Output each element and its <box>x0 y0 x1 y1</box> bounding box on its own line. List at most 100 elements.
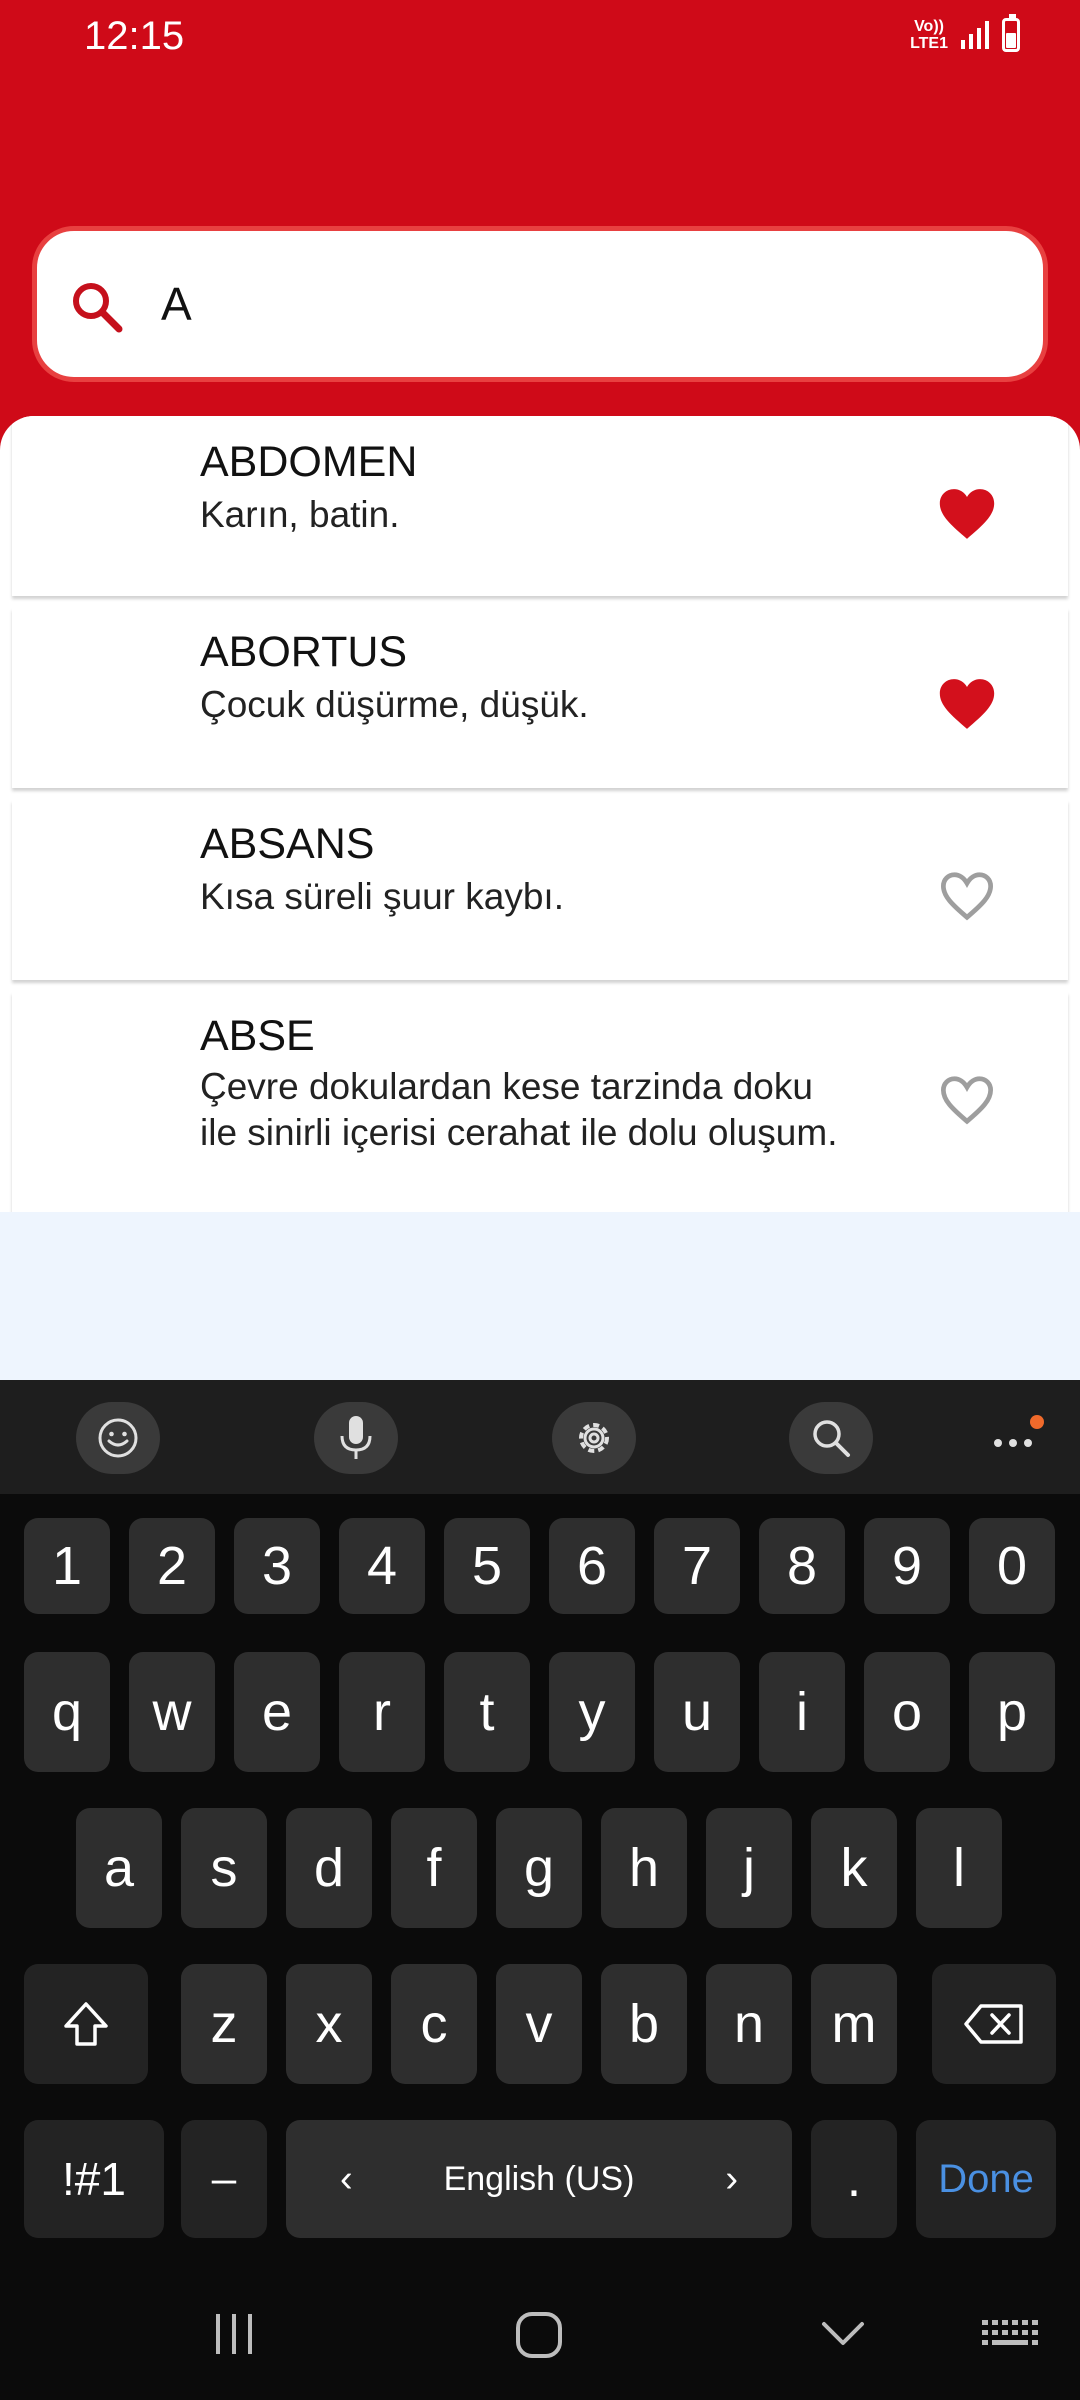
item-term: ABSANS <box>200 820 375 868</box>
key-label: . <box>846 2150 862 2208</box>
key-f[interactable]: f <box>391 1808 477 1928</box>
key-g[interactable]: g <box>496 1808 582 1928</box>
period-key[interactable]: . <box>811 2120 897 2238</box>
key-4[interactable]: 4 <box>339 1518 425 1614</box>
keyboard-toolbar <box>0 1380 1080 1494</box>
key-s[interactable]: s <box>181 1808 267 1928</box>
backspace-key[interactable] <box>932 1964 1056 2084</box>
key-c[interactable]: c <box>391 1964 477 2084</box>
empty-space <box>0 1212 1080 1380</box>
heart-outline-icon[interactable] <box>938 870 996 922</box>
key-2[interactable]: 2 <box>129 1518 215 1614</box>
key-i[interactable]: i <box>759 1652 845 1772</box>
search-bar[interactable] <box>32 226 1048 382</box>
key-label: n <box>733 1994 765 2054</box>
status-icons: Vo)) LTE1 <box>910 14 1020 52</box>
key-9[interactable]: 9 <box>864 1518 950 1614</box>
dash-key[interactable]: – <box>181 2120 267 2238</box>
key-w[interactable]: w <box>129 1652 215 1772</box>
key-label: d <box>313 1838 345 1898</box>
heart-filled-icon[interactable] <box>938 678 996 730</box>
key-v[interactable]: v <box>496 1964 582 2084</box>
key-z[interactable]: z <box>181 1964 267 2084</box>
key-h[interactable]: h <box>601 1808 687 1928</box>
key-t[interactable]: t <box>444 1652 530 1772</box>
back-icon[interactable] <box>818 2310 868 2358</box>
keyboard-search-button[interactable] <box>789 1402 873 1474</box>
key-label: 6 <box>576 1536 608 1596</box>
key-label: k <box>840 1838 868 1898</box>
emoji-button[interactable] <box>76 1402 160 1474</box>
item-definition: Kısa süreli şuur kaybı. <box>200 876 564 917</box>
space-key[interactable]: ‹ English (US) › <box>286 2120 792 2238</box>
list-item[interactable]: ABSANS Kısa süreli şuur kaybı. <box>12 800 1068 980</box>
item-term: ABDOMEN <box>200 438 418 486</box>
key-r[interactable]: r <box>339 1652 425 1772</box>
key-label: y <box>578 1682 606 1742</box>
key-b[interactable]: b <box>601 1964 687 2084</box>
keyboard-switch-icon[interactable] <box>980 2310 1038 2356</box>
key-label: 3 <box>261 1536 293 1596</box>
key-u[interactable]: u <box>654 1652 740 1772</box>
emoji-icon <box>98 1418 138 1458</box>
key-label: 2 <box>156 1536 188 1596</box>
keyboard-settings-button[interactable] <box>552 1402 636 1474</box>
keyboard: 1 2 3 4 5 6 7 8 9 0 q w e r t y u i o p … <box>0 1380 1080 2400</box>
home-icon[interactable] <box>514 2310 564 2360</box>
item-term: ABSE <box>200 1012 315 1060</box>
heart-outline-icon[interactable] <box>938 1074 996 1126</box>
search-icon <box>813 1420 850 1457</box>
key-label: r <box>373 1682 391 1742</box>
done-key[interactable]: Done <box>916 2120 1056 2238</box>
key-8[interactable]: 8 <box>759 1518 845 1614</box>
chevron-left-icon: ‹ <box>340 2158 353 2200</box>
status-time: 12:15 <box>84 14 185 58</box>
key-7[interactable]: 7 <box>654 1518 740 1614</box>
key-5[interactable]: 5 <box>444 1518 530 1614</box>
space-label: English (US) <box>443 2159 635 2198</box>
key-label: 9 <box>891 1536 923 1596</box>
key-q[interactable]: q <box>24 1652 110 1772</box>
list-item[interactable]: ABORTUS Çocuk düşürme, düşük. <box>12 608 1068 788</box>
key-x[interactable]: x <box>286 1964 372 2084</box>
key-a[interactable]: a <box>76 1808 162 1928</box>
key-m[interactable]: m <box>811 1964 897 2084</box>
key-o[interactable]: o <box>864 1652 950 1772</box>
key-l[interactable]: l <box>916 1808 1002 1928</box>
key-j[interactable]: j <box>706 1808 792 1928</box>
key-p[interactable]: p <box>969 1652 1055 1772</box>
key-e[interactable]: e <box>234 1652 320 1772</box>
key-label: g <box>523 1838 555 1898</box>
key-label: 0 <box>996 1536 1028 1596</box>
list-item[interactable]: ABSE Çevre dokulardan kese tarzinda doku… <box>12 992 1068 1212</box>
key-label: j <box>743 1838 755 1898</box>
item-definition: Çocuk düşürme, düşük. <box>200 684 589 725</box>
key-6[interactable]: 6 <box>549 1518 635 1614</box>
item-definition: Çevre dokulardan kese tarzinda doku ile … <box>200 1066 838 1153</box>
key-label: s <box>210 1838 238 1898</box>
app-header: 12:15 Vo)) LTE1 <box>0 0 1080 460</box>
key-1[interactable]: 1 <box>24 1518 110 1614</box>
key-label: q <box>51 1682 83 1742</box>
search-input[interactable] <box>161 277 981 331</box>
more-icon[interactable] <box>986 1410 1046 1460</box>
shift-key[interactable] <box>24 1964 148 2084</box>
network-type-label: Vo)) LTE1 <box>910 18 948 52</box>
heart-filled-icon[interactable] <box>938 488 996 540</box>
key-label: h <box>628 1838 660 1898</box>
key-label: o <box>891 1682 923 1742</box>
key-label: !#1 <box>62 2153 126 2205</box>
key-k[interactable]: k <box>811 1808 897 1928</box>
key-n[interactable]: n <box>706 1964 792 2084</box>
key-d[interactable]: d <box>286 1808 372 1928</box>
key-y[interactable]: y <box>549 1652 635 1772</box>
voice-input-button[interactable] <box>314 1402 398 1474</box>
key-label: l <box>953 1838 965 1898</box>
symbols-key[interactable]: !#1 <box>24 2120 164 2238</box>
key-0[interactable]: 0 <box>969 1518 1055 1614</box>
key-label: 7 <box>681 1536 713 1596</box>
key-3[interactable]: 3 <box>234 1518 320 1614</box>
recents-icon[interactable] <box>210 2310 258 2358</box>
item-term: ABORTUS <box>200 628 408 676</box>
list-item[interactable]: ABDOMEN Karın, batin. <box>12 416 1068 596</box>
